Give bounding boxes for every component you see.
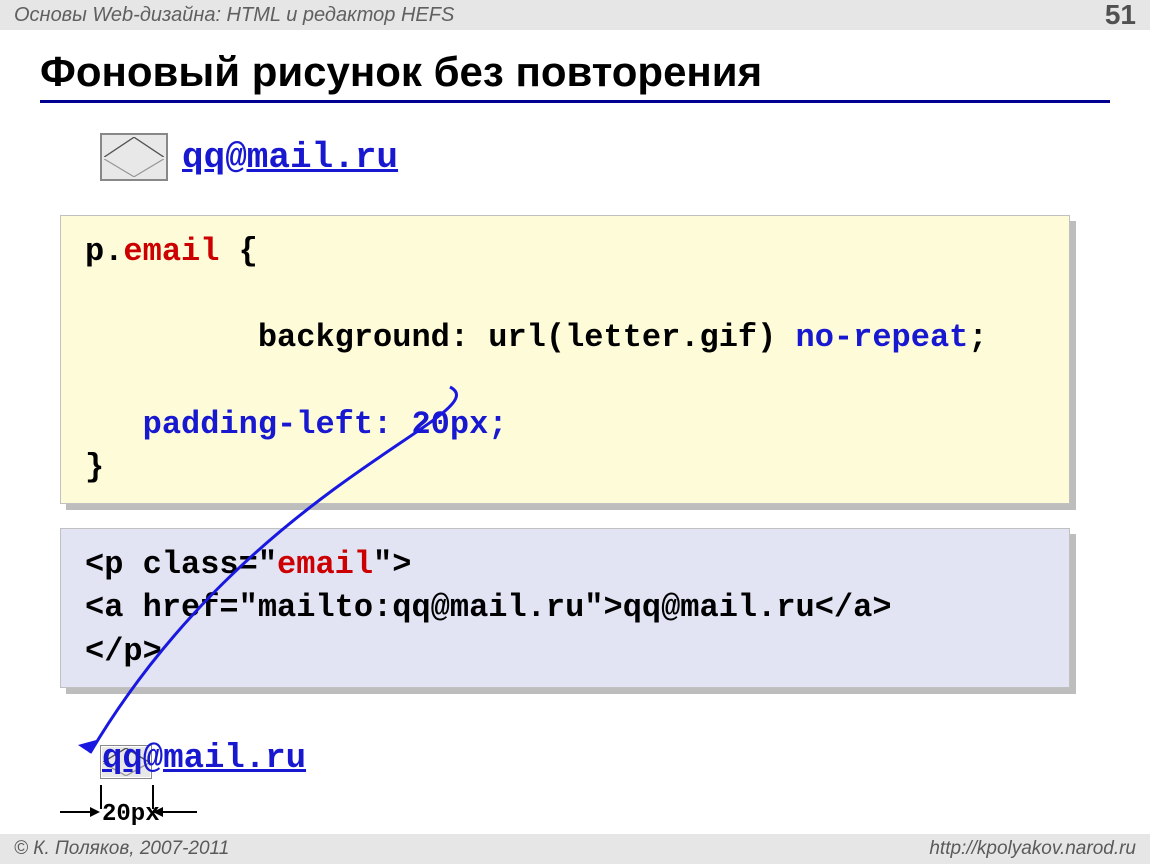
html-line-2: <a href="mailto:qq@mail.ru">qq@mail.ru</… [85,586,1049,629]
example-after: qq@mail.ru [100,740,1110,780]
css-line-3: padding-left: 20px; [85,403,1049,446]
example-before: qq@mail.ru [100,133,1110,181]
arrow-right-icon [155,811,197,813]
arrow-left-icon [60,811,98,813]
html-line-3: </p> [85,630,1049,673]
css-line-1: p.email { [85,230,1049,273]
page-title: Фоновый рисунок без повторения [40,48,1110,103]
slide-header: Основы Web-дизайна: HTML и редактор HEFS… [0,0,1150,30]
code-text: ; [968,319,987,356]
measure-label: 20px [102,801,160,828]
footer-url: http://kpolyakov.narod.ru [929,838,1136,860]
code-text: <p class=" [85,546,277,583]
measurement-indicator: 20px [100,785,300,835]
email-link-sample: qq@mail.ru [182,137,398,178]
code-class: email [277,546,373,583]
email-link-result: qq@mail.ru [102,740,306,778]
footer-copyright: © К. Поляков, 2007-2011 [14,838,229,860]
html-code-block: <p class="email"> <a href="mailto:qq@mai… [60,528,1070,688]
code-text: { [219,233,257,270]
css-code-block: p.email { background: url(letter.gif) no… [60,215,1070,504]
code-text: "> [373,546,411,583]
html-line-1: <p class="email"> [85,543,1049,586]
content-area: qq@mail.ru p.email { background: url(let… [0,103,1150,835]
css-line-4: } [85,446,1049,489]
envelope-icon [100,133,168,181]
slide-number: 51 [1105,0,1136,31]
breadcrumb: Основы Web-дизайна: HTML и редактор HEFS [14,4,454,27]
css-line-2: background: url(letter.gif) no-repeat; [85,273,1049,403]
code-value: no-repeat [796,319,969,356]
slide-footer: © К. Поляков, 2007-2011 http://kpolyakov… [0,834,1150,864]
code-text: background: url(letter.gif) [200,319,795,356]
code-class: email [123,233,219,270]
code-text: p. [85,233,123,270]
